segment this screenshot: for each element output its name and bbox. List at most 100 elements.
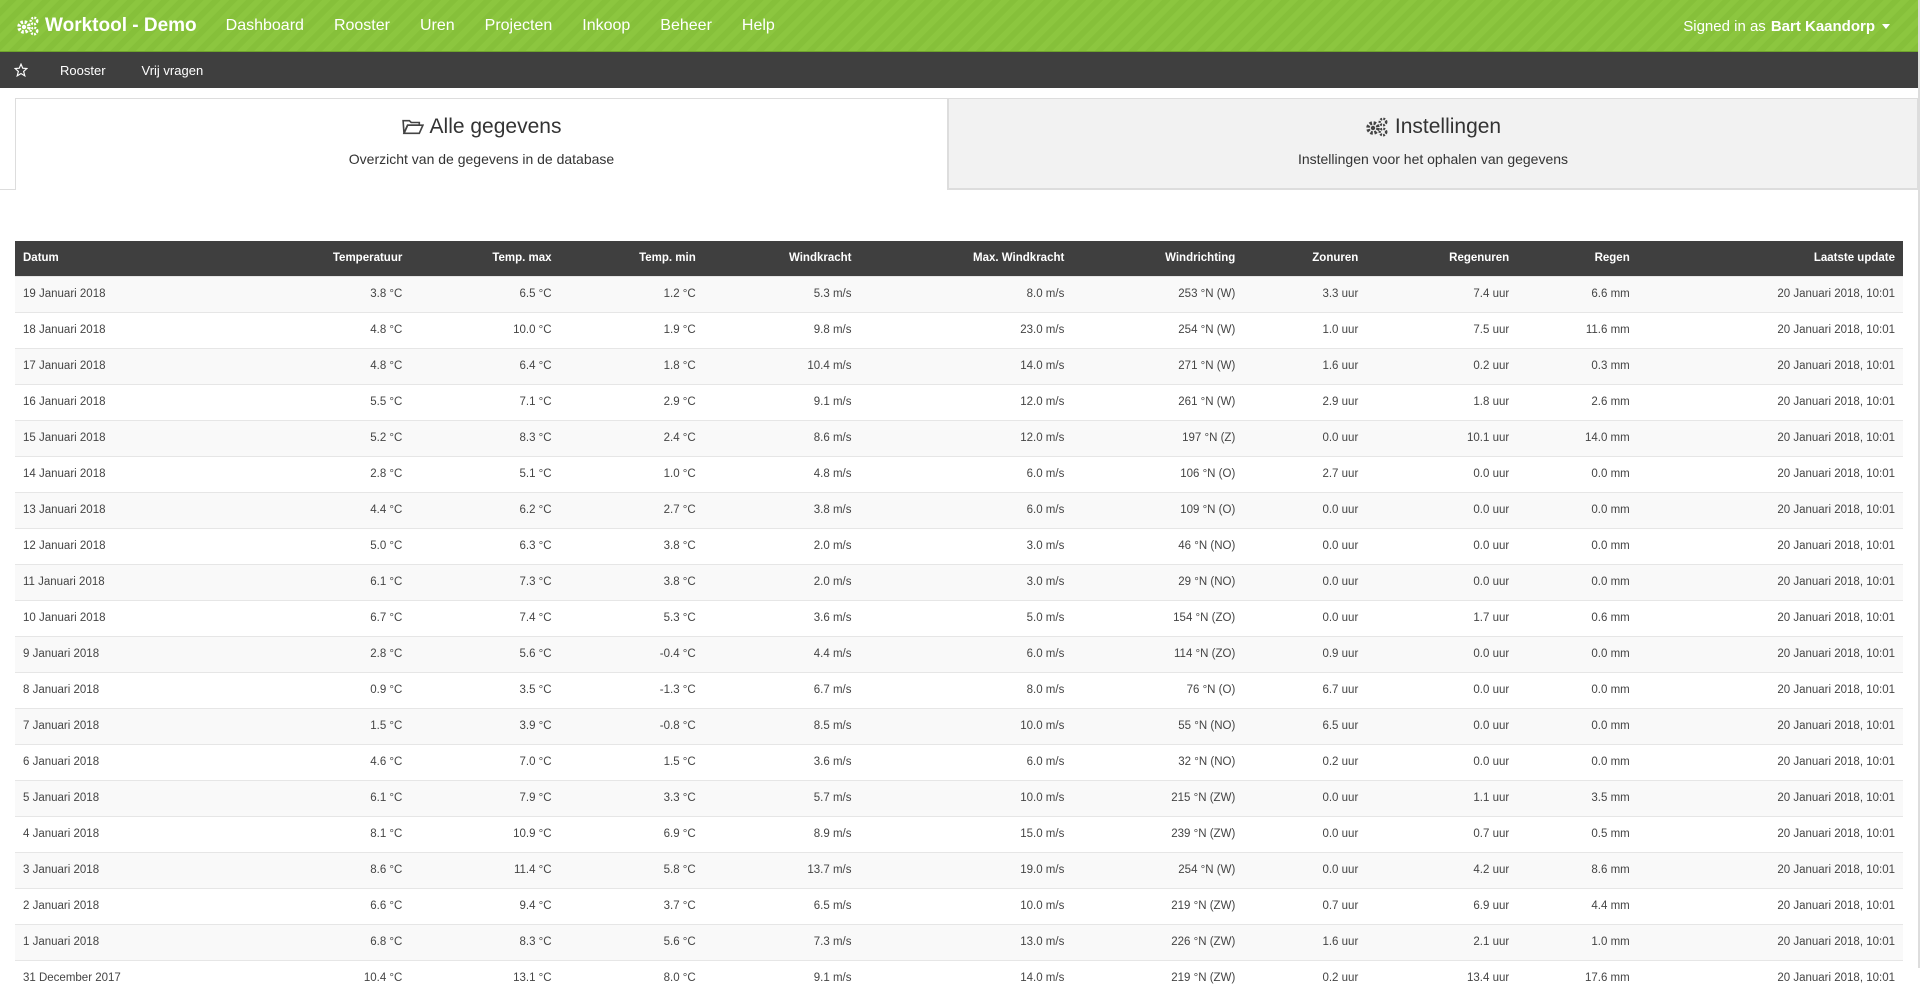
table-row: 3 Januari 2018 8.6 °C 11.4 °C 5.8 °C 13.7 m/… bbox=[15, 851, 1903, 888]
table-cell: 5.6 °C bbox=[559, 923, 704, 960]
nav-rooster[interactable]: Rooster bbox=[319, 0, 405, 52]
nav-beheer[interactable]: Beheer bbox=[645, 0, 727, 52]
brand[interactable]: Worktool - Demo bbox=[0, 15, 197, 37]
table-cell: 226 °N (ZW) bbox=[1072, 923, 1244, 960]
table-cell: 2.7 °C bbox=[559, 491, 704, 528]
table-cell: 0.0 mm bbox=[1517, 671, 1638, 708]
table-cell: 20 Januari 2018, 10:01 bbox=[1637, 419, 1903, 456]
table-cell: 5 Januari 2018 bbox=[15, 779, 241, 816]
table-cell: 6.7 °C bbox=[240, 599, 411, 636]
table-cell: 8.0 m/s bbox=[859, 671, 1073, 708]
table-cell: 219 °N (ZW) bbox=[1072, 959, 1244, 996]
table-cell: 0.2 uur bbox=[1366, 347, 1518, 384]
table-cell: 20 Januari 2018, 10:01 bbox=[1637, 959, 1903, 996]
table-row: 9 Januari 2018 2.8 °C 5.6 °C -0.4 °C 4.4 m/s… bbox=[15, 635, 1903, 672]
subnav-vrij-vragen[interactable]: Vrij vragen bbox=[124, 63, 222, 78]
table-cell: 0.9 °C bbox=[240, 671, 411, 708]
column-header[interactable]: Regen bbox=[1517, 241, 1638, 276]
table-cell: 261 °N (W) bbox=[1072, 383, 1244, 420]
table-cell: 6.7 m/s bbox=[703, 671, 860, 708]
column-header[interactable]: Max. Windkracht bbox=[859, 241, 1072, 276]
table-cell: 109 °N (O) bbox=[1072, 491, 1244, 528]
table-cell: 1.7 uur bbox=[1366, 599, 1518, 636]
table-cell: 76 °N (O) bbox=[1072, 671, 1244, 708]
table-cell: 2.0 m/s bbox=[703, 563, 860, 600]
column-header[interactable]: Windrichting bbox=[1072, 241, 1243, 276]
tab-alle-gegevens[interactable]: Alle gegevens Overzicht van de gegevens … bbox=[15, 98, 948, 190]
table-cell: 20 Januari 2018, 10:01 bbox=[1637, 743, 1903, 780]
folder-open-icon bbox=[401, 118, 424, 136]
user-menu[interactable]: Signed in as Bart Kaandorp bbox=[1683, 0, 1890, 52]
table-cell: 0.0 uur bbox=[1366, 491, 1518, 528]
table-cell: 20 Januari 2018, 10:01 bbox=[1637, 455, 1903, 492]
table-cell: 9.4 °C bbox=[410, 887, 560, 924]
table-cell: 6.0 m/s bbox=[859, 743, 1073, 780]
table-cell: 1.8 uur bbox=[1366, 383, 1518, 420]
column-header[interactable]: Temp. min bbox=[560, 241, 704, 276]
subnav-rooster[interactable]: Rooster bbox=[42, 63, 124, 78]
table-cell: 3.9 °C bbox=[410, 707, 560, 744]
table-cell: 13 Januari 2018 bbox=[15, 491, 241, 528]
table-cell: 14.0 m/s bbox=[859, 959, 1073, 996]
table-row: 10 Januari 2018 6.7 °C 7.4 °C 5.3 °C 3.6 m/s… bbox=[15, 599, 1903, 636]
column-header[interactable]: Laatste update bbox=[1638, 241, 1903, 276]
table-cell: 5.6 °C bbox=[410, 635, 560, 672]
table-cell: 0.0 uur bbox=[1366, 563, 1518, 600]
nav-uren[interactable]: Uren bbox=[405, 0, 470, 52]
column-header[interactable]: Zonuren bbox=[1243, 241, 1366, 276]
table-cell: 13.4 uur bbox=[1366, 959, 1518, 996]
table-cell: 1.2 °C bbox=[559, 275, 704, 312]
table-cell: 6.0 m/s bbox=[859, 635, 1073, 672]
table-row: 19 Januari 2018 3.8 °C 6.5 °C 1.2 °C 5.3 m/s… bbox=[15, 275, 1903, 312]
table-cell: 5.5 °C bbox=[240, 383, 411, 420]
table-cell: 0.0 uur bbox=[1366, 527, 1518, 564]
table-cell: 0.0 mm bbox=[1517, 527, 1638, 564]
table-cell: 106 °N (O) bbox=[1072, 455, 1244, 492]
column-header[interactable]: Temperatuur bbox=[241, 241, 411, 276]
table-cell: 7.9 °C bbox=[410, 779, 560, 816]
table-cell: 7.3 m/s bbox=[703, 923, 860, 960]
tab-desc-instellingen: Instellingen voor het ophalen van gegeve… bbox=[1297, 151, 1569, 167]
column-header[interactable]: Datum bbox=[15, 241, 241, 276]
table-cell: 6.1 °C bbox=[240, 563, 411, 600]
column-header[interactable]: Windkracht bbox=[704, 241, 860, 276]
table-cell: 55 °N (NO) bbox=[1072, 707, 1244, 744]
table-cell: 5.7 m/s bbox=[703, 779, 860, 816]
table-cell: 3.6 m/s bbox=[703, 599, 860, 636]
table-cell: 14.0 m/s bbox=[859, 347, 1073, 384]
table-cell: 5.0 °C bbox=[240, 527, 411, 564]
table-cell: 0.0 mm bbox=[1517, 707, 1638, 744]
tab-instellingen[interactable]: Instellingen Instellingen voor het ophal… bbox=[948, 98, 1918, 189]
table-cell: 6.5 uur bbox=[1243, 707, 1367, 744]
nav-inkoop[interactable]: Inkoop bbox=[567, 0, 645, 52]
nav-projecten[interactable]: Projecten bbox=[470, 0, 568, 52]
table-cell: 8.6 mm bbox=[1517, 851, 1638, 888]
table-cell: 2.8 °C bbox=[240, 455, 411, 492]
user-prefix: Signed in as bbox=[1683, 17, 1766, 35]
tab-desc-alle-gegevens: Overzicht van de gegevens in de database bbox=[348, 151, 615, 167]
table-cell: 3.8 °C bbox=[240, 275, 411, 312]
table-cell: 9.1 m/s bbox=[703, 959, 860, 996]
column-header[interactable]: Temp. max bbox=[410, 241, 559, 276]
table-cell: 1.0 uur bbox=[1243, 311, 1367, 348]
table-row: 8 Januari 2018 0.9 °C 3.5 °C -1.3 °C 6.7 m/s… bbox=[15, 671, 1903, 708]
table-cell: 8.0 m/s bbox=[859, 275, 1073, 312]
column-header[interactable]: Regenuren bbox=[1366, 241, 1517, 276]
table-cell: 6.2 °C bbox=[410, 491, 560, 528]
table-cell: 254 °N (W) bbox=[1072, 311, 1244, 348]
nav-help[interactable]: Help bbox=[727, 0, 790, 52]
table-cell: 0.0 uur bbox=[1366, 671, 1518, 708]
table-cell: 15 Januari 2018 bbox=[15, 419, 241, 456]
gears-icon bbox=[1365, 117, 1389, 137]
table-cell: 0.0 mm bbox=[1517, 635, 1638, 672]
star-icon[interactable] bbox=[0, 63, 42, 77]
table-row: 2 Januari 2018 6.6 °C 9.4 °C 3.7 °C 6.5 m/s 1… bbox=[15, 887, 1903, 924]
table-cell: 0.0 uur bbox=[1243, 815, 1367, 852]
table-cell: 6.8 °C bbox=[240, 923, 411, 960]
table-cell: 154 °N (ZO) bbox=[1072, 599, 1244, 636]
nav-dashboard[interactable]: Dashboard bbox=[211, 0, 319, 52]
table-cell: 20 Januari 2018, 10:01 bbox=[1637, 923, 1903, 960]
table-cell: 16 Januari 2018 bbox=[15, 383, 241, 420]
table-row: 1 Januari 2018 6.8 °C 8.3 °C 5.6 °C 7.3 m/s 1… bbox=[15, 923, 1903, 960]
table-cell: 5.0 m/s bbox=[859, 599, 1073, 636]
